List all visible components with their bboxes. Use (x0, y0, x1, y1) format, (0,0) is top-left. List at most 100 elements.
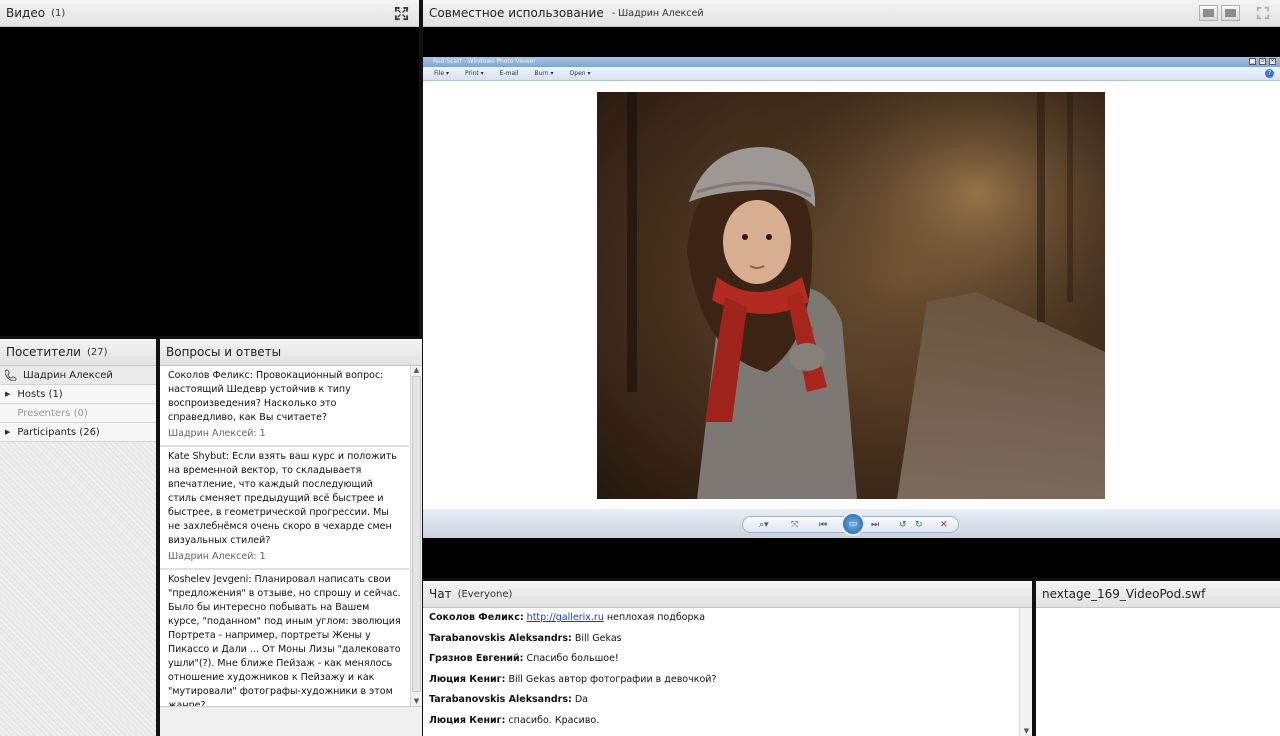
expand-arrow-icon: ▶ (5, 390, 11, 398)
expand-arrow-icon: ▶ (5, 428, 11, 436)
chat-sender: Соколов Феликс: (429, 612, 524, 623)
chat-pod-title: Чат (429, 587, 452, 601)
full-screen-view-button[interactable] (1221, 5, 1240, 21)
maximize-icon[interactable] (1256, 6, 1270, 20)
zoom-icon[interactable]: ⌕▾ (759, 520, 769, 530)
chat-sender: Грязнов Евгений: (429, 653, 524, 664)
group-presenters-label: Presenters (0) (17, 407, 88, 419)
attendees-pod-title: Посетители (6, 345, 81, 359)
video-pod: Видео (1) (0, 0, 419, 336)
rotate-right-icon[interactable]: ↻ (915, 520, 923, 530)
qa-question: Koshelev Jevgeni: Планировал написать св… (168, 574, 401, 706)
qa-list: Соколов Феликс: Провокационный вопрос: н… (160, 366, 409, 706)
chat-sender: Tarabanovskis Aleksandrs: (429, 632, 572, 644)
actual-size-icon[interactable]: ⤧ (791, 520, 798, 530)
chat-sender: Tarabanovskis Aleksandrs: (429, 694, 572, 705)
viewer-menubar: File ▾ Print ▾ E-mail Burn ▾ Open ▾ (423, 67, 1280, 81)
qa-scrollbar[interactable]: ▲ ▼ (410, 366, 422, 706)
delete-icon[interactable]: ✕ (940, 520, 948, 530)
viewer-toolbar: ⌕▾ ⤧ ⏮ ▭ ⏭ ↺ ↻ ✕ (423, 509, 1280, 538)
rotate-left-icon[interactable]: ↺ (899, 520, 907, 530)
viewer-menu-open[interactable]: Open ▾ (570, 70, 591, 77)
chat-pod-header: Чат (Everyone) (423, 581, 1032, 608)
chat-sender: Люция Кениг: (429, 714, 506, 726)
attendee-presenter[interactable]: Шадрин Алексей (0, 366, 156, 385)
group-participants[interactable]: ▶ Participants (26) (0, 423, 156, 442)
group-presenters[interactable]: ▶ Presenters (0) (0, 404, 156, 423)
qa-answer: Шадрин Алексей: 1 (168, 428, 266, 439)
chat-link[interactable]: http://gallerix.ru (527, 612, 604, 623)
fullscreen-icon[interactable] (394, 6, 409, 21)
share-presenter-name: - Шадрин Алексей (611, 7, 704, 19)
swf-pod-header: nextage_169_VideoPod.swf (1036, 581, 1280, 608)
share-pod-header: Совместное использование - Шадрин Алексе… (423, 0, 1280, 27)
photo-girl-red-scarf (597, 92, 1105, 499)
qa-pod-title: Вопросы и ответы (166, 345, 282, 359)
chat-text: спасибо. Красиво. (505, 714, 600, 726)
chat-audience: (Everyone) (457, 588, 513, 600)
viewer-menu-burn[interactable]: Burn ▾ (535, 70, 554, 77)
scroll-down-icon[interactable]: ▼ (411, 697, 422, 706)
scroll-down-icon[interactable]: ▼ (1021, 727, 1032, 736)
qa-pod-header: Вопросы и ответы (160, 339, 422, 366)
viewer-controls: ⌕▾ ⤧ ⏮ ▭ ⏭ ↺ ↻ ✕ (742, 512, 959, 536)
viewer-window-title: Red Scarf - Windows Photo Viewer (433, 58, 536, 65)
video-pod-count: (1) (51, 7, 66, 19)
slideshow-icon[interactable]: ▭ (841, 512, 865, 536)
attendees-pod: Посетители (27) Шадрин Алексей ▶ Hosts (… (0, 339, 156, 736)
video-pod-header: Видео (1) (0, 0, 419, 27)
qa-scroll-thumb[interactable] (412, 376, 421, 692)
photo-illustration (597, 92, 1105, 499)
window-controls: _ ▫ × (1249, 58, 1276, 65)
swf-pod: nextage_169_VideoPod.swf (1036, 581, 1280, 736)
chat-text: неплохая подборка (603, 612, 706, 623)
attendees-pod-header: Посетители (27) (0, 339, 156, 366)
chat-text: Da (571, 694, 588, 705)
chat-sender: Люция Кениг: (429, 673, 506, 685)
viewer-menu-file[interactable]: File ▾ (434, 70, 449, 77)
qa-item[interactable]: Kate Shybut: Если взять ваш курс и полож… (160, 447, 409, 570)
chat-message: Грязнов Евгений: Спасибо большое! (429, 649, 1019, 670)
qa-answer: Шадрин Алексей: 1 (168, 551, 266, 562)
qa-question: Соколов Феликс: Провокационный вопрос: н… (168, 370, 384, 423)
attendees-count: (27) (86, 346, 108, 358)
share-pod-title: Совместное использование (429, 6, 604, 20)
chat-scrollbar[interactable]: ▼ (1019, 608, 1032, 736)
minimize-icon[interactable]: _ (1249, 58, 1256, 65)
previous-icon[interactable]: ⏮ (819, 520, 827, 530)
phone-icon (5, 369, 17, 381)
group-hosts-label: Hosts (1) (17, 388, 63, 400)
viewer-menu-email[interactable]: E-mail (500, 70, 519, 77)
video-pod-title: Видео (6, 6, 46, 20)
shared-photo-viewer: Red Scarf - Windows Photo Viewer _ ▫ × F… (423, 57, 1280, 538)
viewer-menu-print[interactable]: Print ▾ (465, 70, 484, 77)
qa-item[interactable]: Соколов Феликс: Провокационный вопрос: н… (160, 366, 409, 447)
chat-message: Tarabanovskis Aleksandrs: Da (429, 690, 1019, 711)
viewer-canvas (423, 82, 1280, 509)
viewer-titlebar: Red Scarf - Windows Photo Viewer _ ▫ × (423, 57, 1280, 67)
qa-footer (160, 706, 422, 736)
qa-question: Kate Shybut: Если взять ваш курс и полож… (168, 451, 397, 546)
chat-pod: Чат (Everyone) Соколов Феликс: http://ga… (423, 581, 1032, 736)
close-icon[interactable]: × (1269, 58, 1276, 65)
swf-pod-title: nextage_169_VideoPod.swf (1042, 587, 1206, 601)
chat-message: Соколов Феликс: http://gallerix.ru непло… (429, 608, 1019, 629)
qa-item[interactable]: Koshelev Jevgeni: Планировал написать св… (160, 570, 409, 706)
fit-width-button[interactable] (1199, 5, 1218, 21)
presenter-name: Шадрин Алексей (23, 369, 113, 381)
qa-pod: Вопросы и ответы Соколов Феликс: Провока… (160, 339, 422, 736)
help-icon[interactable]: ? (1265, 69, 1274, 78)
chat-text: Bill Gekas (571, 632, 622, 644)
chat-message: Tarabanovskis Aleksandrs: Bill Gekas (429, 629, 1019, 650)
next-icon[interactable]: ⏭ (871, 520, 879, 530)
group-participants-label: Participants (26) (17, 426, 100, 438)
scroll-up-icon[interactable]: ▲ (411, 366, 422, 375)
chat-message: Люция Кениг: спасибо. Красиво. (429, 711, 1019, 732)
chat-text: Спасибо большое! (523, 653, 619, 664)
chat-messages: Соколов Феликс: http://gallerix.ru непло… (423, 608, 1019, 736)
view-mode-buttons (1199, 5, 1240, 21)
restore-icon[interactable]: ▫ (1259, 58, 1266, 65)
group-hosts[interactable]: ▶ Hosts (1) (0, 385, 156, 404)
chat-message: Люция Кениг: Bill Gekas автор фотографии… (429, 670, 1019, 691)
chat-text: Bill Gekas автор фотографии в девочкой? (505, 673, 717, 685)
